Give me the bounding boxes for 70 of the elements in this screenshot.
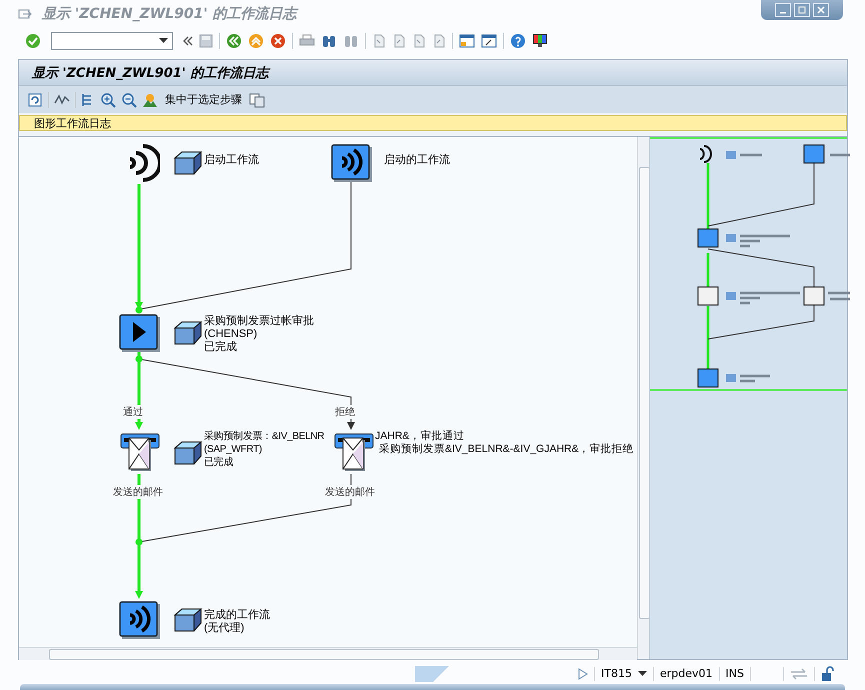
node-label: (SAP_WFRT) (204, 443, 263, 456)
refresh-icon[interactable] (27, 92, 43, 108)
landscape-icon[interactable] (142, 92, 158, 108)
scroll-thumb[interactable] (639, 167, 650, 620)
cube-icon (173, 607, 203, 634)
maximize-button[interactable] (794, 3, 810, 17)
dropdown-icon[interactable] (638, 670, 647, 677)
page-icon[interactable] (392, 34, 406, 48)
scroll-thumb[interactable] (49, 649, 599, 660)
shortcut-icon[interactable] (481, 34, 497, 48)
layout-icon[interactable] (532, 32, 548, 49)
back-icon[interactable] (226, 32, 242, 49)
node-label: 启动工作流 (204, 154, 259, 168)
sap-logo (415, 666, 449, 682)
cube-icon (173, 440, 203, 466)
junction-dot (136, 306, 142, 314)
save-icon[interactable] (199, 34, 213, 48)
command-field[interactable] (51, 32, 173, 50)
window-title: 显示 'ZCHEN_ZWL901' 的工作流日志 (42, 5, 296, 24)
node-label: 启动的工作流 (384, 154, 450, 168)
copy-icon[interactable] (249, 92, 265, 108)
node-label: (CHENSP) (204, 328, 258, 341)
print-icon[interactable] (299, 34, 315, 48)
zoom-in-icon[interactable] (100, 92, 116, 108)
page-icon[interactable] (412, 34, 426, 48)
enter-icon[interactable] (25, 32, 41, 49)
lock-icon[interactable] (821, 666, 835, 682)
page-icon[interactable] (372, 34, 386, 48)
play-icon[interactable] (578, 668, 588, 680)
horizontal-scrollbar[interactable] (19, 647, 637, 660)
edge-label: 通过 (123, 405, 143, 420)
close-icon (817, 6, 825, 14)
panel-title: 显示 'ZCHEN_ZWL901' 的工作流日志 (32, 64, 268, 82)
server-name: erpdev01 (660, 667, 713, 680)
node-label: 采购预制发票过帐审批 (204, 315, 314, 328)
caret-icon[interactable] (159, 38, 168, 44)
window-icon (18, 8, 32, 20)
node-label: 已完成 (204, 456, 234, 470)
close-button[interactable] (813, 3, 829, 17)
edge-label: 拒绝 (335, 405, 355, 420)
section-title: 图形工作流日志 (34, 116, 111, 131)
minimize-button[interactable] (775, 3, 791, 17)
edge-label: 发送的邮件 (113, 485, 163, 500)
junction-dot (136, 356, 142, 363)
cube-icon (173, 150, 203, 176)
input-mode: INS (726, 667, 744, 680)
node-label: 已完成 (204, 341, 237, 354)
node-label: 完成的工作流 (204, 609, 270, 622)
system-name: IT815 (601, 667, 632, 680)
cancel-icon[interactable] (270, 32, 286, 49)
cube-icon (173, 320, 203, 346)
page-icon[interactable] (432, 34, 446, 48)
edge-label: 发送的邮件 (325, 485, 375, 500)
focus-step-button[interactable]: 集中于选定步骤 (163, 92, 244, 108)
node-label: (无代理) (204, 622, 246, 636)
exit-icon[interactable] (248, 32, 264, 49)
zoom-out-icon[interactable] (121, 92, 137, 108)
node-label: 采购预制发票&IV_BELNR&-&IV_GJAHR&，审批拒绝 (379, 443, 634, 456)
junction-dot (136, 538, 142, 546)
node-label: 采购预制发票：&IV_BELNR (204, 430, 324, 444)
find-icon[interactable] (321, 34, 337, 48)
event-node-icon[interactable] (331, 143, 373, 184)
expand-icon[interactable] (183, 36, 193, 46)
event-node-icon[interactable] (119, 600, 161, 640)
maximize-icon (798, 6, 806, 14)
activity-node-icon[interactable] (119, 313, 161, 354)
node-label: JAHR&，审批通过 (375, 430, 464, 443)
vertical-scrollbar[interactable] (637, 137, 650, 660)
help-icon[interactable] (510, 32, 526, 49)
new-session-icon[interactable] (459, 34, 475, 48)
